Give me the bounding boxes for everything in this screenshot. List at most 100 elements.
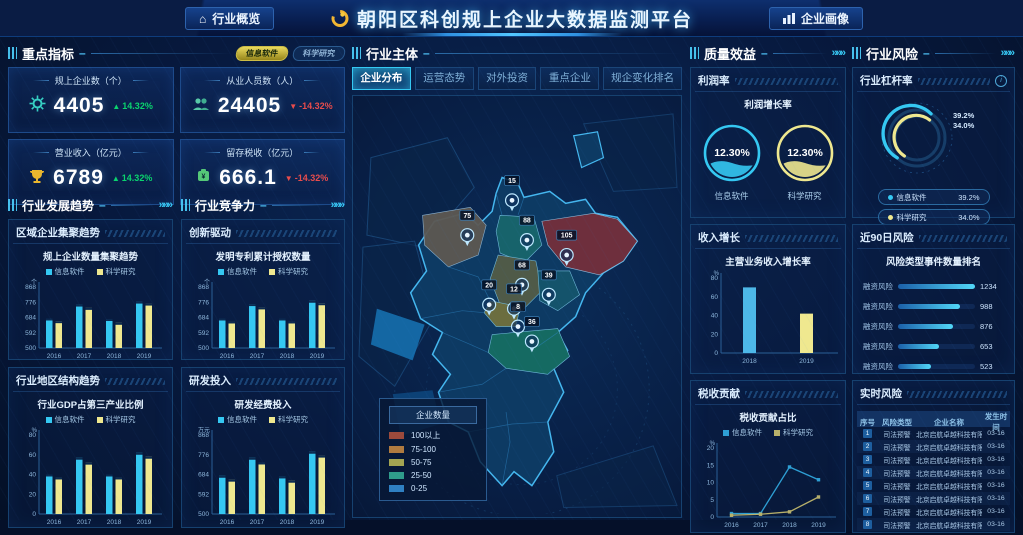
svg-text:2016: 2016: [220, 353, 235, 360]
svg-text:36: 36: [528, 319, 536, 326]
kpi-label: 营业收入（亿元）: [9, 146, 173, 159]
svg-text:34.0%: 34.0%: [953, 121, 975, 130]
svg-text:39.2%: 39.2%: [953, 111, 975, 120]
map-legend-row: 75-100: [389, 445, 477, 454]
district-map-panel: 15758810568392012836 企业数量 100以上75-10050-…: [352, 95, 682, 518]
divider-line: [935, 53, 996, 54]
nav-industry-overview[interactable]: ⌂ 行业概览: [185, 7, 274, 30]
tab-1[interactable]: 企业分布: [352, 67, 411, 90]
map-legend-title: 企业数量: [389, 406, 477, 424]
svg-text:2017: 2017: [250, 519, 265, 526]
svg-text:2019: 2019: [799, 358, 814, 365]
down-arrow-icon: ▼: [289, 102, 297, 111]
table-row[interactable]: 5司法预警北京启航卓越科技有限公司03-16: [857, 479, 1010, 492]
risk-bar-row: 融资风险988: [861, 296, 1006, 316]
hatch-decoration: [745, 391, 838, 398]
dash-decoration: –: [923, 46, 930, 60]
hatch-decoration: [236, 378, 337, 385]
section-competitiveness: 行业竞争力 – »»» 创新驱动 发明专利累计授权数量 信息软件科学研究5005…: [181, 196, 345, 528]
svg-text:2017: 2017: [77, 353, 92, 360]
hatch-decoration: [105, 230, 165, 237]
tab-4[interactable]: 重点企业: [540, 67, 599, 90]
dashboard: ⌂ 行业概览 朝阳区科创规上企业大数据监测平台 企业画像 重点指标 – 信息软件: [0, 0, 1023, 520]
svg-text:2019: 2019: [811, 522, 826, 529]
kpi-delta: ▲14.32%: [112, 173, 152, 183]
svg-text:12.30%: 12.30%: [714, 147, 750, 159]
svg-text:5: 5: [710, 497, 714, 504]
svg-text:2018: 2018: [280, 353, 295, 360]
dash-decoration: –: [423, 46, 430, 60]
table-row[interactable]: 6司法预警北京启航卓越科技有限公司03-16: [857, 492, 1010, 505]
patent-bar-chart: 信息软件科学研究500592684776868个2016201720182019: [186, 266, 340, 366]
kpi-delta: ▼-14.32%: [289, 101, 332, 111]
gdp-bar-chart: 信息软件科学研究020406080%2016201720182019: [13, 414, 168, 532]
rd-bar-chart: 信息软件科学研究500592684776868万元201620172018201…: [186, 414, 340, 532]
filter-science-research[interactable]: 科学研究: [292, 46, 347, 61]
expand-arrows-icon[interactable]: »»»: [331, 199, 345, 211]
svg-text:2018: 2018: [782, 522, 797, 529]
svg-text:15: 15: [707, 462, 715, 469]
nav-industry-overview-label: 行业概览: [212, 10, 260, 27]
svg-text:万元: 万元: [198, 427, 210, 434]
table-row[interactable]: 2司法预警北京启航卓越科技有限公司03-16: [857, 440, 1010, 453]
svg-text:10: 10: [707, 480, 715, 487]
tab-2[interactable]: 运营态势: [415, 67, 474, 90]
expand-arrows-icon[interactable]: »»»: [1001, 47, 1015, 59]
kpi-value: 666.1: [219, 166, 277, 190]
chart-legend: 信息软件科学研究: [13, 414, 168, 425]
risk-bar-row: 融资风险523: [861, 356, 1006, 376]
svg-text:8: 8: [516, 304, 520, 311]
dash-decoration: –: [79, 46, 86, 60]
profit-gauges: 12.30%信息软件12.30%科学研究: [695, 123, 841, 202]
section-title-main-body: 行业主体: [366, 44, 418, 63]
svg-text:12.30%: 12.30%: [787, 147, 823, 159]
svg-text:2018: 2018: [280, 519, 295, 526]
svg-text:2018: 2018: [107, 519, 122, 526]
tab-3[interactable]: 对外投资: [478, 67, 537, 90]
hatch-decoration: [919, 235, 1007, 242]
table-row[interactable]: 4司法预警北京启航卓越科技有限公司03-16: [857, 466, 1010, 479]
trophy-icon: [29, 168, 45, 189]
panel-title: 利润率: [698, 73, 730, 88]
svg-text:2017: 2017: [753, 522, 768, 529]
expand-arrows-icon[interactable]: »»»: [832, 47, 846, 59]
svg-text:2016: 2016: [47, 353, 62, 360]
svg-text:2019: 2019: [137, 353, 152, 360]
app-logo-icon: [330, 9, 349, 28]
expand-arrows-icon[interactable]: »»»: [159, 199, 173, 211]
chart-title: 规上企业数量集聚趋势: [13, 249, 168, 263]
info-icon[interactable]: i: [995, 75, 1007, 87]
svg-text:60: 60: [711, 294, 719, 301]
filter-info-software[interactable]: 信息软件: [235, 46, 290, 61]
chart-legend: 信息软件科学研究: [186, 414, 340, 425]
nav-enterprise-portrait[interactable]: 企业画像: [769, 7, 863, 30]
svg-text:2018: 2018: [107, 353, 122, 360]
chart-legend: 信息软件科学研究: [186, 266, 340, 277]
kpi-delta: ▲14.32%: [112, 101, 152, 111]
divider-line: [773, 53, 827, 54]
svg-text:684: 684: [198, 315, 209, 322]
panel-title: 区域企业集聚趋势: [16, 225, 100, 240]
kpi-value: 24405: [218, 94, 281, 118]
panel-title: 行业地区结构趋势: [16, 373, 100, 388]
svg-text:0: 0: [32, 511, 36, 518]
svg-text:%: %: [32, 428, 38, 434]
table-row[interactable]: 3司法预警北京启航卓越科技有限公司03-16: [857, 453, 1010, 466]
svg-text:684: 684: [25, 315, 36, 322]
barchart-icon: [783, 13, 795, 24]
income-bar-chart: 020406080%20182019: [695, 268, 841, 371]
table-row[interactable]: 7司法预警北京启航卓越科技有限公司03-16: [857, 505, 1010, 518]
section-marker-icon: [8, 199, 17, 211]
map-legend-row: 100以上: [389, 430, 477, 441]
svg-text:39: 39: [545, 272, 553, 279]
svg-text:0: 0: [710, 514, 714, 521]
hatch-decoration: [918, 78, 991, 85]
tab-5[interactable]: 规企变化排名: [603, 67, 682, 90]
svg-text:500: 500: [198, 345, 209, 352]
leverage-donut-chart: 39.2%34.0%信息软件39.2%科学研究34.0%: [857, 92, 1010, 225]
section-industry-risk: 行业风险 – »»» 行业杠杆率 i 39.2%34.0%信息软件39.2%科学…: [852, 44, 1015, 533]
svg-text:2019: 2019: [137, 519, 152, 526]
kpi-card: 从业人员数（人） 24405 ▼-14.32%: [180, 67, 346, 133]
kpi-label: 规上企业数（个）: [9, 74, 173, 87]
header-underline: [402, 33, 622, 36]
